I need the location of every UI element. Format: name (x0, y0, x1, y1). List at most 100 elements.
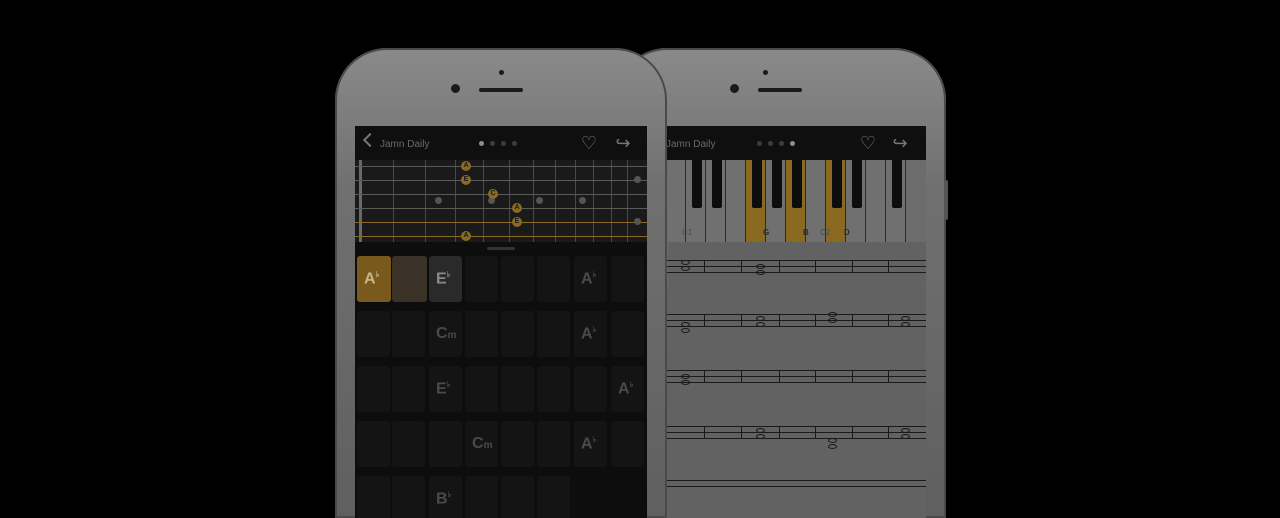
heart-plus-icon[interactable]: ♡ (856, 133, 880, 153)
nav-title: Jamn Daily (666, 139, 716, 150)
guitar-nut (359, 160, 362, 242)
piano-black-key[interactable] (792, 160, 802, 208)
fret-note-e[interactable]: E (461, 175, 471, 185)
chord-cell[interactable] (537, 256, 570, 302)
guitar-fretboard[interactable]: A E C A E A (355, 160, 647, 242)
chord-cell[interactable]: A♭ (574, 256, 607, 302)
chord-cell[interactable] (537, 366, 570, 412)
page-dot[interactable] (512, 141, 517, 146)
drag-handle[interactable] (487, 247, 515, 250)
fret-inlay (579, 197, 586, 204)
page-indicator[interactable] (479, 141, 517, 146)
fret-note-c[interactable]: C (488, 189, 498, 199)
note-head (901, 428, 910, 433)
page-dot-active[interactable] (790, 141, 795, 146)
chord-cell[interactable] (611, 256, 644, 302)
piano-white-key[interactable] (866, 160, 886, 242)
note-head (901, 322, 910, 327)
chord-cell[interactable] (501, 476, 534, 518)
piano-black-key[interactable] (772, 160, 782, 208)
piano-black-key[interactable] (852, 160, 862, 208)
chord-cell[interactable]: Cm (465, 421, 498, 467)
front-sensor (763, 70, 768, 75)
chord-cell[interactable] (392, 421, 425, 467)
chord-cell[interactable]: E♭ (429, 366, 462, 412)
note-head (681, 328, 690, 333)
key-label-d: D (844, 228, 850, 237)
chord-cell[interactable] (501, 256, 534, 302)
chord-cell[interactable] (611, 311, 644, 357)
nav-title[interactable]: Jamn Daily (380, 139, 429, 150)
fret-inlay (536, 197, 543, 204)
page-indicator[interactable] (757, 141, 795, 146)
sheet-music (666, 242, 926, 518)
page-dot[interactable] (757, 141, 762, 146)
key-label-g: G (763, 228, 770, 237)
note-head (828, 444, 837, 449)
page-dot[interactable] (501, 141, 506, 146)
fret-inlay (435, 197, 442, 204)
note-head (901, 434, 910, 439)
chord-cell[interactable] (465, 476, 498, 518)
chord-cell[interactable]: A♭ (574, 421, 607, 467)
note-head (681, 260, 690, 265)
chord-cell[interactable] (357, 421, 390, 467)
chord-cell[interactable] (574, 366, 607, 412)
key-label-c2: C2 (820, 228, 831, 237)
note-head (681, 322, 690, 327)
chord-cell[interactable] (357, 476, 390, 518)
piano-white-key[interactable] (726, 160, 746, 242)
guitar-screen: Jamn Daily ♡ ↪ A E C A E A A♭ E♭ A♭ Cm A… (355, 126, 647, 518)
piano-black-key[interactable] (712, 160, 722, 208)
note-head (681, 374, 690, 379)
nav-bar: Jamn Daily ♡ ↪ (355, 126, 647, 160)
page-dot[interactable] (768, 141, 773, 146)
share-arrow-icon[interactable]: ↪ (611, 133, 635, 153)
chord-cell[interactable] (501, 366, 534, 412)
chord-cell[interactable] (392, 366, 425, 412)
chord-cell[interactable] (429, 421, 462, 467)
share-arrow-icon[interactable]: ↪ (888, 133, 912, 153)
chord-cell[interactable] (537, 311, 570, 357)
fret-note-a[interactable]: A (512, 203, 522, 213)
chord-cell[interactable] (611, 421, 644, 467)
chord-cell[interactable] (392, 311, 425, 357)
fret-note-e[interactable]: E (512, 217, 522, 227)
chord-cell[interactable] (537, 421, 570, 467)
chord-cell[interactable]: Cm (429, 311, 462, 357)
phone-guitar-view: Jamn Daily ♡ ↪ A E C A E A A♭ E♭ A♭ Cm A… (335, 48, 667, 518)
piano-keyboard[interactable]: C1 G B C2 D (666, 160, 926, 242)
piano-black-key[interactable] (832, 160, 842, 208)
note-head (756, 264, 765, 269)
chord-cell[interactable] (537, 476, 570, 518)
fret-note-a[interactable]: A (461, 161, 471, 171)
chord-cell[interactable] (392, 476, 425, 518)
chord-cell-active[interactable]: A♭ (357, 256, 391, 302)
heart-plus-icon[interactable]: ♡ (577, 133, 601, 153)
piano-black-key[interactable] (692, 160, 702, 208)
chord-cell[interactable] (357, 311, 390, 357)
chord-cell[interactable] (465, 311, 498, 357)
chord-cell[interactable] (465, 256, 498, 302)
note-head (828, 312, 837, 317)
chord-cell[interactable]: E♭ (429, 256, 462, 302)
chord-cell[interactable] (392, 256, 427, 302)
piano-black-key[interactable] (892, 160, 902, 208)
chord-cell[interactable] (501, 421, 534, 467)
chord-cell[interactable]: A♭ (611, 366, 644, 412)
note-head (756, 434, 765, 439)
page-dot[interactable] (490, 141, 495, 146)
page-dot-active[interactable] (479, 141, 484, 146)
piano-black-key[interactable] (752, 160, 762, 208)
key-label-c1: C1 (682, 228, 693, 237)
chord-cell[interactable]: B♭ (429, 476, 462, 518)
power-button (944, 180, 948, 220)
chord-cell[interactable] (357, 366, 390, 412)
chord-cell[interactable] (501, 311, 534, 357)
fret-note-a[interactable]: A (461, 231, 471, 241)
chord-cell[interactable]: A♭ (574, 311, 607, 357)
page-dot[interactable] (779, 141, 784, 146)
chevron-left-icon[interactable] (362, 132, 378, 148)
fret-inlay (634, 176, 641, 183)
chord-cell[interactable] (465, 366, 498, 412)
